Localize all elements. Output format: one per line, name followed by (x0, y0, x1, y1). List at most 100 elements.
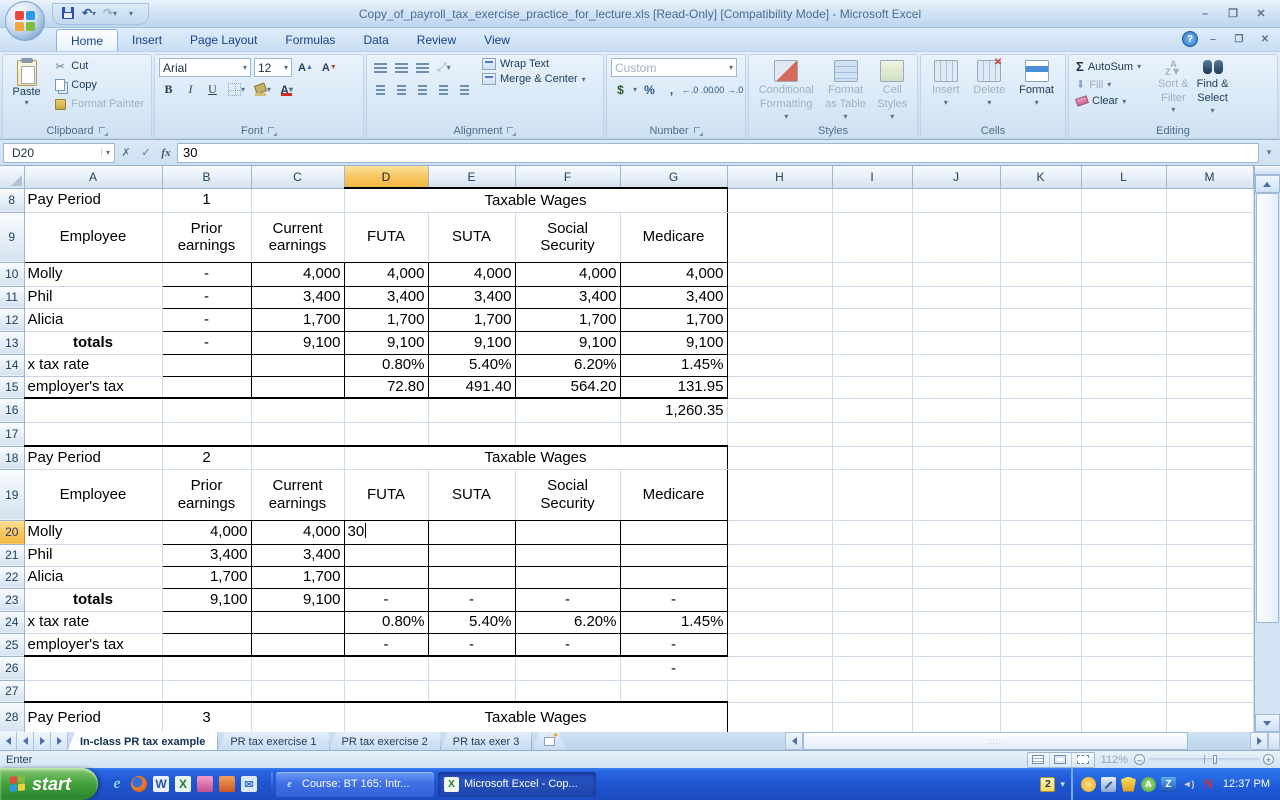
language-badge[interactable]: 2 (1040, 777, 1055, 792)
z-tray-icon[interactable]: Z (1161, 777, 1176, 792)
cell-I27[interactable] (832, 680, 912, 702)
cell-F19[interactable]: Social Security (515, 469, 620, 520)
cell-B10[interactable]: - (162, 262, 251, 286)
cell-L17[interactable] (1081, 422, 1166, 446)
cell-K18[interactable] (1000, 446, 1081, 469)
row-header-22[interactable]: 22 (0, 566, 24, 588)
cell-J18[interactable] (912, 446, 1000, 469)
cell-K26[interactable] (1000, 656, 1081, 680)
cell-L15[interactable] (1081, 376, 1166, 398)
decrease-indent-button[interactable] (434, 80, 453, 99)
cell-F17[interactable] (515, 422, 620, 446)
cell-F20[interactable] (515, 520, 620, 544)
cell-H12[interactable] (727, 308, 832, 331)
cell-H17[interactable] (727, 422, 832, 446)
cell-H23[interactable] (727, 588, 832, 611)
italic-button[interactable]: I (181, 80, 200, 99)
cell-H25[interactable] (727, 633, 832, 656)
comma-style-button[interactable]: , (662, 80, 681, 99)
cell-C22[interactable]: 1,700 (251, 566, 344, 588)
cell-B15[interactable] (162, 376, 251, 398)
cell-E17[interactable] (428, 422, 515, 446)
cell-K23[interactable] (1000, 588, 1081, 611)
cell-E11[interactable]: 3,400 (428, 286, 515, 308)
ribbon-tab-page-layout[interactable]: Page Layout (176, 29, 271, 51)
cell-D15[interactable]: 72.80 (344, 376, 428, 398)
cell-G12[interactable]: 1,700 (620, 308, 727, 331)
messenger-icon[interactable] (196, 775, 214, 793)
cell-H28[interactable] (727, 702, 832, 732)
antivirus-tray-icon[interactable]: A (1141, 777, 1156, 792)
cell-B11[interactable]: - (162, 286, 251, 308)
cell-G26[interactable]: - (620, 656, 727, 680)
cell-B18[interactable]: 2 (162, 446, 251, 469)
cell-K25[interactable] (1000, 633, 1081, 656)
find-select-button[interactable]: Find & Select▾ (1193, 58, 1233, 123)
scroll-right-button[interactable] (1250, 732, 1268, 750)
cell-K16[interactable] (1000, 398, 1081, 422)
wrap-text-button[interactable]: Wrap Text (482, 58, 599, 70)
cell-I25[interactable] (832, 633, 912, 656)
borders-button[interactable]: ▾ (225, 80, 248, 99)
clear-button[interactable]: Clear▾ (1073, 94, 1144, 108)
cell-G21[interactable] (620, 544, 727, 566)
cell-I28[interactable] (832, 702, 912, 732)
wrench-tray-icon[interactable] (1101, 777, 1116, 792)
workbook-restore-button[interactable]: ❐ (1228, 32, 1250, 47)
conditional-formatting-button[interactable]: Conditional Formatting▾ (755, 58, 818, 124)
cell-K21[interactable] (1000, 544, 1081, 566)
sheet-tab-in-class-pr-tax-example[interactable]: In-class PR tax example (68, 732, 218, 750)
cell-A27[interactable] (24, 680, 162, 702)
row-header-21[interactable]: 21 (0, 544, 24, 566)
cell-I15[interactable] (832, 376, 912, 398)
column-header-K[interactable]: K (1000, 166, 1081, 188)
cell-J12[interactable] (912, 308, 1000, 331)
cell-F15[interactable]: 564.20 (515, 376, 620, 398)
smiley-tray-icon[interactable] (1081, 777, 1096, 792)
cell-I20[interactable] (832, 520, 912, 544)
cell-L12[interactable] (1081, 308, 1166, 331)
cell-M8[interactable] (1166, 188, 1253, 212)
cell-L18[interactable] (1081, 446, 1166, 469)
cell-H24[interactable] (727, 611, 832, 633)
zoom-slider-handle[interactable] (1213, 755, 1217, 764)
cell-C25[interactable] (251, 633, 344, 656)
cell-A9[interactable]: Employee (24, 212, 162, 262)
cell-D23[interactable]: - (344, 588, 428, 611)
column-header-B[interactable]: B (162, 166, 251, 188)
cell-M27[interactable] (1166, 680, 1253, 702)
cell-H13[interactable] (727, 331, 832, 354)
cell-D26[interactable] (344, 656, 428, 680)
vertical-scrollbar[interactable] (1254, 166, 1280, 732)
increase-decimal-button[interactable]: ←.0 .00 (684, 80, 711, 99)
cell-J26[interactable] (912, 656, 1000, 680)
cell-M13[interactable] (1166, 331, 1253, 354)
cell-C8[interactable] (251, 188, 344, 212)
cell-C12[interactable]: 1,700 (251, 308, 344, 331)
customize-qat-button[interactable]: ▾ (122, 5, 140, 21)
increase-indent-button[interactable] (455, 80, 474, 99)
cell-D12[interactable]: 1,700 (344, 308, 428, 331)
cell-J19[interactable] (912, 469, 1000, 520)
row-header-8[interactable]: 8 (0, 188, 24, 212)
firefox-icon[interactable] (130, 775, 148, 793)
cell-J14[interactable] (912, 354, 1000, 376)
ribbon-tab-home[interactable]: Home (56, 29, 118, 51)
cell-F26[interactable] (515, 656, 620, 680)
cell-C17[interactable] (251, 422, 344, 446)
font-size-select[interactable]: 12▾ (254, 58, 292, 77)
sheet-tab-pr-tax-exercise-1[interactable]: PR tax exercise 1 (218, 732, 329, 750)
underline-button[interactable]: U (203, 80, 222, 99)
cell-D8[interactable]: Taxable Wages (344, 188, 727, 212)
cell-J8[interactable] (912, 188, 1000, 212)
cell-H22[interactable] (727, 566, 832, 588)
column-header-C[interactable]: C (251, 166, 344, 188)
cell-M28[interactable] (1166, 702, 1253, 732)
cell-H26[interactable] (727, 656, 832, 680)
cell-J21[interactable] (912, 544, 1000, 566)
cell-E20[interactable] (428, 520, 515, 544)
cell-B20[interactable]: 4,000 (162, 520, 251, 544)
cell-F12[interactable]: 1,700 (515, 308, 620, 331)
cell-B22[interactable]: 1,700 (162, 566, 251, 588)
row-header-13[interactable]: 13 (0, 331, 24, 354)
